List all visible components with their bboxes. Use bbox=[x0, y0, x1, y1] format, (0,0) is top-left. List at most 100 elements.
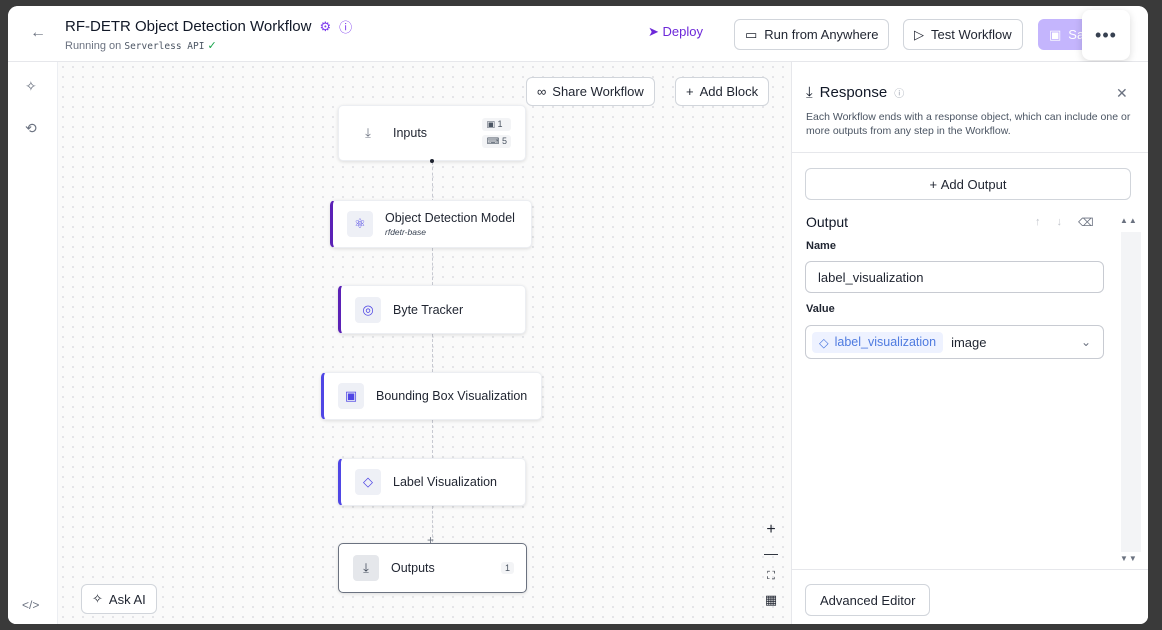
connector-line bbox=[432, 334, 433, 372]
more-icon[interactable]: ••• bbox=[1082, 10, 1130, 60]
node-bounding-box-visualization[interactable]: ▣ Bounding Box Visualization bbox=[321, 372, 542, 420]
output-title: Output bbox=[806, 214, 849, 230]
name-label: Name bbox=[806, 240, 836, 252]
name-value: label_visualization bbox=[818, 269, 924, 285]
advanced-editor-label: Advanced Editor bbox=[820, 592, 916, 608]
workflow-canvas[interactable]: ∞ Share Workflow + Add Block ⤓ Inputs ▣ … bbox=[58, 62, 791, 624]
code-icon[interactable]: </> bbox=[22, 598, 39, 612]
connector-line bbox=[432, 162, 433, 202]
output-tools: ↑ ↓ ⌫ bbox=[1035, 216, 1094, 229]
node-inputs[interactable]: ⤓ Inputs ▣ 1 ⌨ 5 bbox=[338, 105, 526, 161]
share-icon: ∞ bbox=[537, 84, 547, 99]
test-workflow-label: Test Workflow bbox=[931, 27, 1012, 42]
output-icon: ⤓ bbox=[806, 84, 813, 101]
panel-title: Response bbox=[819, 84, 888, 101]
tracker-icon: ◎ bbox=[355, 296, 381, 323]
scrollbar[interactable] bbox=[1121, 232, 1141, 552]
node-label: Inputs bbox=[393, 126, 428, 140]
node-label: Bounding Box Visualization bbox=[376, 389, 528, 403]
check-icon: ✓ bbox=[207, 40, 217, 52]
tag-icon: ◇ bbox=[355, 469, 381, 495]
keyboard-icon: ⌨ bbox=[486, 136, 500, 146]
param-count: 5 bbox=[501, 136, 507, 146]
save-icon: ▣ bbox=[1049, 26, 1062, 42]
run-anywhere-label: Run from Anywhere bbox=[764, 27, 879, 42]
name-field[interactable]: label_visualization bbox=[805, 261, 1104, 293]
tag-icon: ◇ bbox=[819, 335, 829, 350]
arrow-down-icon[interactable]: ↓ bbox=[1057, 216, 1063, 229]
map-icon[interactable]: ▦ bbox=[764, 592, 778, 608]
phone-icon: ▭ bbox=[745, 26, 758, 42]
app-window: ← RF-DETR Object Detection Workflow ⚙ ⓘ … bbox=[8, 6, 1148, 624]
runtime-status: Running on Serverless API ✓ bbox=[65, 39, 217, 52]
connector-line bbox=[432, 248, 433, 285]
output-icon: ⤓ bbox=[353, 555, 379, 581]
param-input-badge: ⌨ 5 bbox=[482, 135, 511, 148]
zoom-out-icon[interactable]: — bbox=[764, 545, 778, 561]
fit-icon[interactable]: ⛶ bbox=[764, 570, 778, 583]
panel-title-row: ⤓ Response ⓘ bbox=[806, 84, 904, 101]
runtime-prefix: Running on bbox=[65, 40, 122, 52]
deploy-button[interactable]: ➤ Deploy bbox=[648, 24, 703, 40]
panel-description: Each Workflow ends with a response objec… bbox=[806, 111, 1131, 137]
add-output-button[interactable]: + Add Output bbox=[805, 168, 1131, 200]
arrow-up-icon[interactable]: ↑ bbox=[1035, 216, 1041, 229]
help-icon[interactable]: ⓘ bbox=[339, 17, 352, 36]
node-label-visualization[interactable]: ◇ Label Visualization bbox=[338, 458, 526, 506]
runtime-name: Serverless API bbox=[124, 41, 205, 52]
box-icon: ▣ bbox=[338, 383, 364, 409]
run-anywhere-button[interactable]: ▭ Run from Anywhere bbox=[734, 19, 890, 50]
scroll-up-icon[interactable]: ▲▲ bbox=[1120, 216, 1138, 225]
plus-icon: + bbox=[686, 84, 694, 99]
connector-line bbox=[432, 420, 433, 458]
image-count: 1 bbox=[497, 119, 503, 129]
back-arrow-icon[interactable]: ← bbox=[30, 24, 46, 42]
node-label: Outputs bbox=[391, 561, 435, 575]
node-label: Object Detection Model bbox=[385, 211, 515, 225]
download-icon: ⤓ bbox=[365, 125, 371, 140]
share-workflow-button[interactable]: ∞ Share Workflow bbox=[526, 77, 655, 106]
node-object-detection-model[interactable]: ⚛ Object Detection Model rfdetr-base bbox=[330, 200, 532, 248]
node-label: Label Visualization bbox=[393, 475, 498, 489]
add-block-button[interactable]: + Add Block bbox=[675, 77, 770, 106]
share-workflow-label: Share Workflow bbox=[552, 84, 644, 99]
node-sublabel: rfdetr-base bbox=[385, 227, 426, 237]
trash-icon[interactable]: ⌫ bbox=[1078, 216, 1094, 229]
help-icon[interactable]: ⓘ bbox=[894, 85, 904, 100]
ask-ai-button[interactable]: ✧ Ask AI bbox=[81, 584, 157, 614]
history-icon[interactable]: ⟲ bbox=[25, 120, 37, 137]
rocket-icon: ➤ bbox=[648, 24, 659, 39]
deploy-label: Deploy bbox=[662, 24, 703, 39]
divider bbox=[792, 569, 1148, 570]
node-label: Byte Tracker bbox=[393, 302, 464, 317]
add-block-label: Add Block bbox=[699, 84, 759, 99]
input-badges: ▣ 1 ⌨ 5 bbox=[482, 118, 511, 148]
model-icon: ⚛ bbox=[347, 211, 373, 237]
divider bbox=[792, 152, 1148, 153]
header: ← RF-DETR Object Detection Workflow ⚙ ⓘ … bbox=[8, 6, 1148, 62]
sparkle-icon[interactable]: ✧ bbox=[25, 78, 37, 95]
play-icon: ▷ bbox=[914, 26, 924, 42]
scroll-down-icon[interactable]: ▼▼ bbox=[1120, 554, 1138, 563]
node-text: Object Detection Model rfdetr-base bbox=[385, 211, 515, 237]
value-select[interactable]: ◇ label_visualization image ⌄ bbox=[805, 325, 1104, 359]
left-rail: ✧ ⟲ </> bbox=[8, 62, 58, 624]
gear-icon[interactable]: ⚙ bbox=[319, 19, 331, 35]
node-byte-tracker[interactable]: ◎ Byte Tracker bbox=[338, 285, 526, 334]
response-panel: ⤓ Response ⓘ ✕ Each Workflow ends with a… bbox=[791, 62, 1148, 624]
value-chip-label: label_visualization bbox=[834, 335, 937, 349]
value-label: Value bbox=[806, 303, 835, 315]
close-icon[interactable]: ✕ bbox=[1116, 85, 1128, 102]
node-outputs[interactable]: ⤓ Outputs 1 bbox=[338, 543, 527, 593]
advanced-editor-button[interactable]: Advanced Editor bbox=[805, 584, 931, 616]
zoom-in-icon[interactable]: + bbox=[764, 521, 778, 539]
output-count-badge: 1 bbox=[500, 562, 514, 574]
workflow-title-row: RF-DETR Object Detection Workflow ⚙ ⓘ bbox=[65, 17, 352, 36]
ask-ai-label: Ask AI bbox=[108, 591, 146, 607]
plus-icon: + bbox=[929, 176, 941, 192]
test-workflow-button[interactable]: ▷ Test Workflow bbox=[903, 19, 1023, 50]
chevron-down-icon[interactable]: ⌄ bbox=[1081, 335, 1091, 349]
value-type: image bbox=[951, 334, 987, 350]
connector-dot bbox=[430, 159, 434, 163]
add-output-label: Add Output bbox=[940, 176, 1007, 192]
